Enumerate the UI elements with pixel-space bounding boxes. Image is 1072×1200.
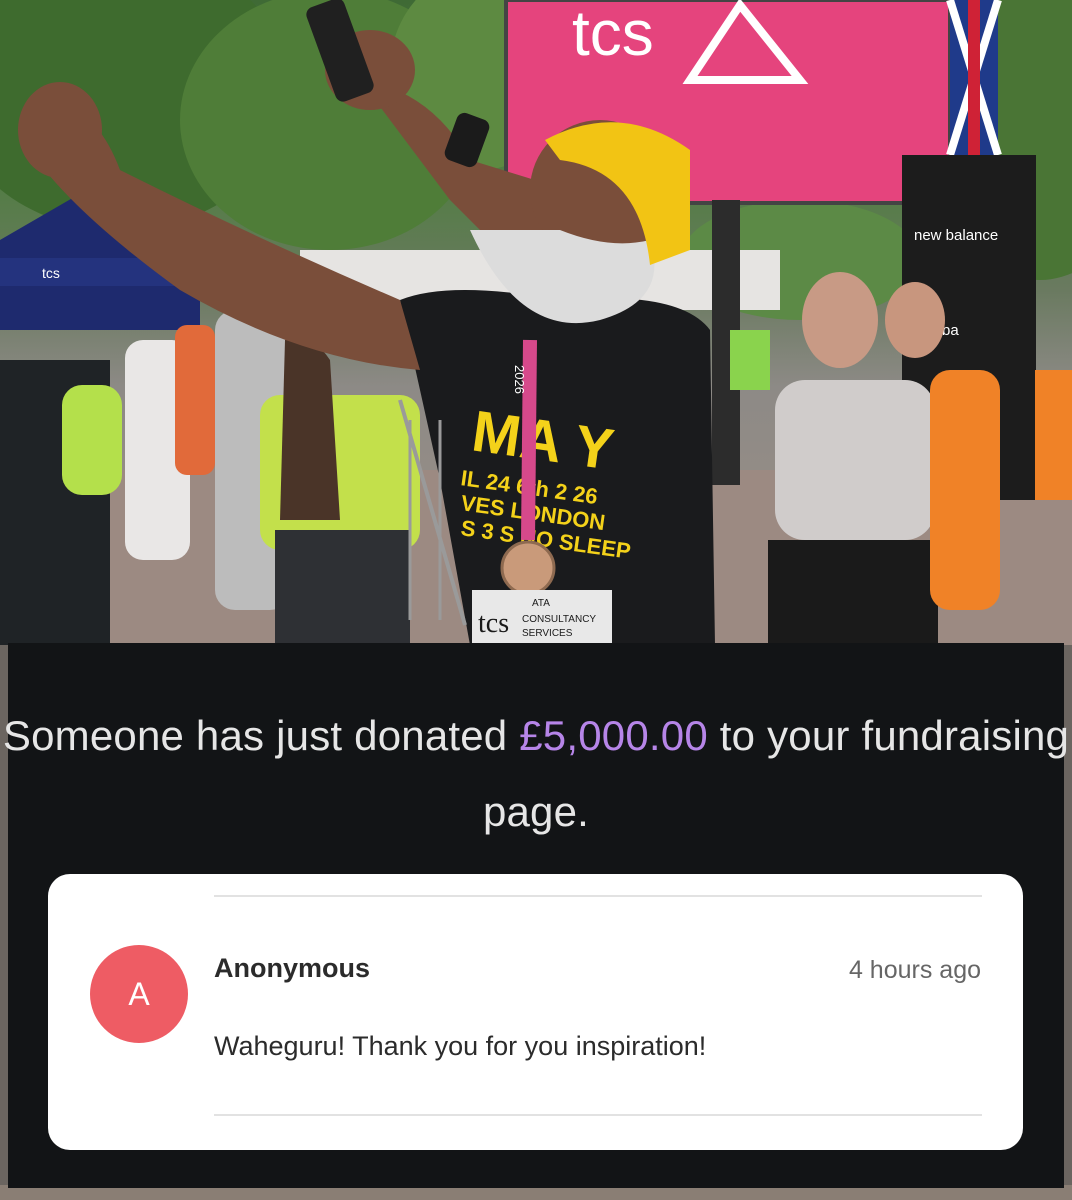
card-divider-bottom xyxy=(214,1114,982,1116)
marathon-photo: tcs tcs new balance ba MA Y IL 24 2 26 V… xyxy=(0,0,1072,645)
tent-sponsor-text: tcs xyxy=(42,265,60,281)
donor-avatar: A xyxy=(90,945,188,1043)
bib-sub-3: SERVICES xyxy=(522,628,573,639)
card-divider-top xyxy=(214,895,982,897)
headline-prefix: Someone has just donated xyxy=(2,712,508,759)
donation-amount: £5,000.00 xyxy=(519,712,708,759)
donation-comment-card: A Anonymous 4 hours ago Waheguru! Thank … xyxy=(48,874,1023,1150)
bib-logo-text: tcs xyxy=(478,608,509,639)
new-balance-text-1: new balance xyxy=(914,227,998,244)
donation-message: Waheguru! Thank you for you inspiration! xyxy=(214,1031,707,1061)
medal-ribbon-text: 2026 xyxy=(512,365,527,394)
screenshot-root: tcs tcs new balance ba MA Y IL 24 2 26 V… xyxy=(0,0,1072,1200)
bib-sub-2: CONSULTANCY xyxy=(522,614,596,625)
billboard-logo-text: tcs xyxy=(572,0,654,69)
bib-sub-1: ATA xyxy=(532,598,550,609)
donation-timestamp: 4 hours ago xyxy=(848,956,981,984)
photo-illustration: tcs tcs new balance ba MA Y IL 24 2 26 V… xyxy=(0,0,1072,645)
donation-headline: Someone has just donated £5,000.00 to yo… xyxy=(0,698,1072,850)
donor-name: Anonymous xyxy=(214,953,371,983)
